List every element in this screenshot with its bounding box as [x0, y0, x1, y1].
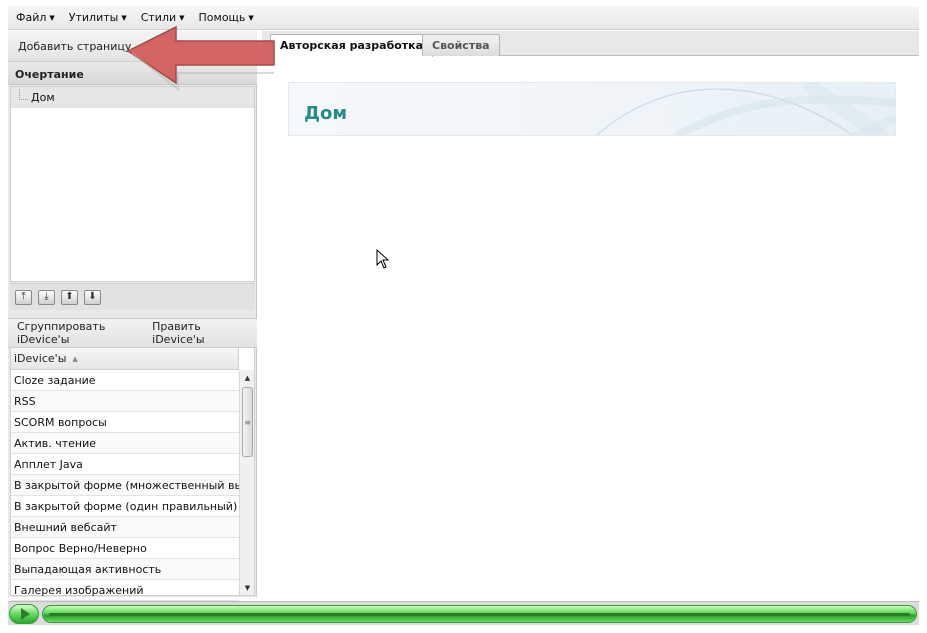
progress-bar — [42, 605, 917, 623]
sort-ascending-icon: ▲ — [72, 354, 78, 363]
menu-file[interactable]: Файл ▼ — [16, 11, 55, 24]
list-item[interactable]: RSS — [11, 391, 239, 412]
move-top-icon[interactable]: ⤒ — [15, 289, 32, 305]
tab-properties[interactable]: Свойства — [422, 34, 500, 56]
bottom-bar — [8, 601, 919, 625]
move-up-icon[interactable]: ⬆ — [61, 289, 78, 305]
mouse-cursor-icon — [376, 249, 390, 269]
play-button[interactable] — [9, 604, 39, 624]
scroll-down-icon[interactable]: ▼ — [240, 580, 255, 595]
idevice-scrollbar[interactable]: ▲ ≡ ▼ — [239, 370, 254, 595]
progress-track — [49, 613, 910, 616]
menu-file-label: Файл — [16, 11, 47, 24]
main-area: Авторская разработка Свойства Дом — [262, 31, 919, 597]
idevice-column-header[interactable]: iDevice'ы ▲ — [11, 348, 239, 370]
menu-styles-label: Стили — [140, 11, 177, 24]
list-item[interactable]: Выпадающая активность — [11, 559, 239, 580]
banner-decoration — [596, 83, 895, 135]
page-title: Дом — [304, 103, 348, 124]
list-item[interactable]: Внешний вебсайт — [11, 517, 239, 538]
scrollbar-thumb[interactable]: ≡ — [242, 387, 253, 457]
tab-bar: Авторская разработка Свойства — [262, 31, 919, 57]
move-down-icon[interactable]: ⬇ — [84, 289, 101, 305]
menu-tools[interactable]: Утилиты ▼ — [69, 11, 127, 24]
list-item[interactable]: Галерея изображений — [11, 580, 239, 601]
list-item[interactable]: Вопрос Верно/Неверно — [11, 538, 239, 559]
list-item[interactable]: В закрытой форме (множественный выб… — [11, 475, 239, 496]
caret-down-icon: ▼ — [179, 13, 185, 22]
menu-styles[interactable]: Стили ▼ — [141, 11, 185, 24]
column-header-label: iDevice'ы — [14, 352, 67, 365]
idevice-grid: iDevice'ы ▲ Cloze задание RSS SCORM вопр… — [10, 347, 255, 601]
add-page-button[interactable]: Добавить страницу — [18, 40, 131, 53]
group-idevices-button[interactable]: Сгруппировать iDevice'ы — [17, 320, 152, 346]
idevice-actions-bar: Сгруппировать iDevice'ы Править iDevice'… — [8, 318, 257, 348]
list-item[interactable]: Актив. чтение — [11, 433, 239, 454]
caret-down-icon: ▼ — [248, 13, 254, 22]
move-bottom-icon[interactable]: ⤓ — [38, 289, 55, 305]
play-icon — [20, 608, 30, 620]
tab-authoring[interactable]: Авторская разработка — [270, 34, 434, 57]
caret-down-icon: ▼ — [49, 13, 55, 22]
menu-help-label: Помощь — [198, 11, 246, 24]
tree-node-label: Дом — [31, 91, 55, 104]
arrow-annotation-icon — [126, 25, 275, 92]
idevice-list: Cloze задание RSS SCORM вопросы Актив. ч… — [11, 370, 239, 601]
list-item[interactable]: В закрытой форме (один правильный) — [11, 496, 239, 517]
page-header-banner: Дом — [288, 82, 896, 136]
outline-toolbar: ⤒ ⤓ ⬆ ⬇ — [10, 283, 255, 310]
menu-tools-label: Утилиты — [68, 11, 119, 24]
left-panel: Добавить страницу Очертание Дом ⤒ ⤓ ⬆ ⬇ … — [8, 31, 257, 601]
list-item[interactable]: Апплет Java — [11, 454, 239, 475]
outline-tree: Дом — [10, 86, 255, 282]
menu-help[interactable]: Помощь ▼ — [199, 11, 254, 24]
scroll-up-icon[interactable]: ▲ — [240, 370, 255, 385]
list-item[interactable]: Cloze задание — [11, 370, 239, 391]
edit-idevices-button[interactable]: Править iDevice'ы — [152, 320, 250, 346]
tree-connector — [19, 89, 28, 100]
list-item[interactable]: SCORM вопросы — [11, 412, 239, 433]
caret-down-icon: ▼ — [121, 13, 127, 22]
